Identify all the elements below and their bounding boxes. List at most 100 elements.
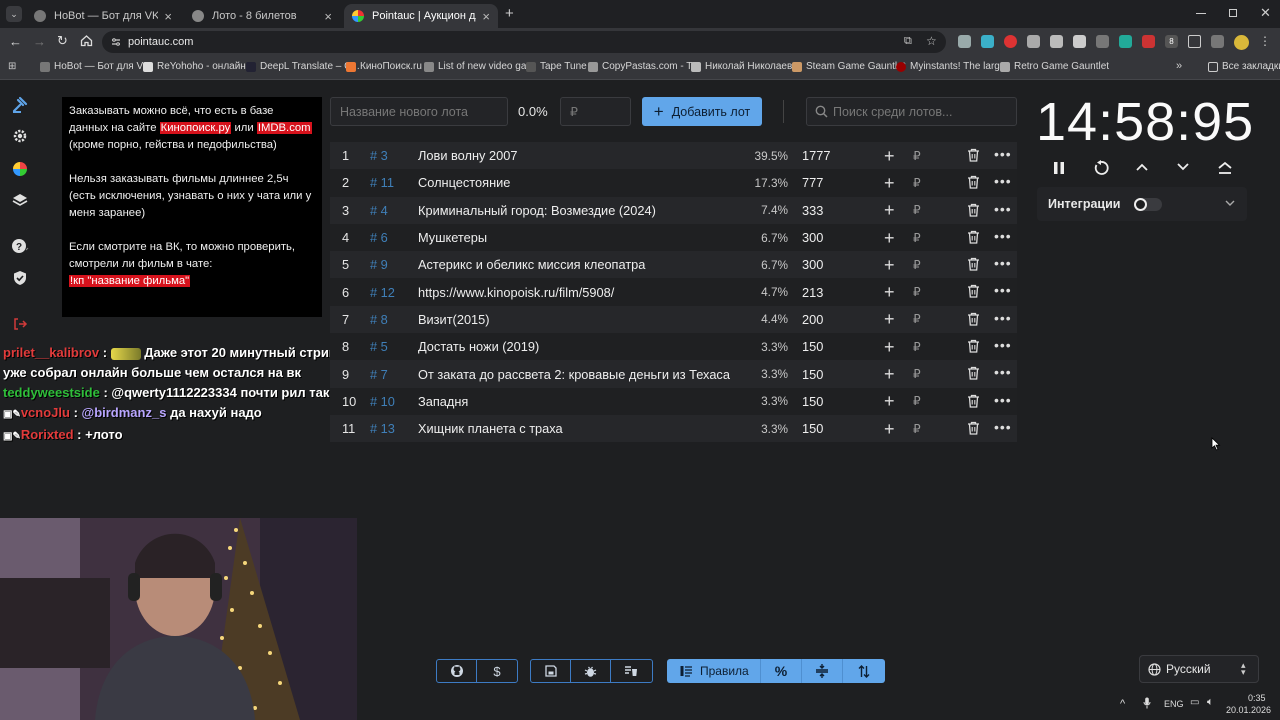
- more-bookmarks-icon[interactable]: »: [1176, 60, 1182, 72]
- lot-name[interactable]: Криминальный город: Возмездие (2024): [418, 203, 656, 218]
- chevron-up-icon[interactable]: [1136, 162, 1148, 172]
- bookmark-item[interactable]: Steam Game Gauntlet: [792, 61, 906, 72]
- bookmark-item[interactable]: HoBot — Бот для V...: [40, 61, 151, 72]
- lot-amount[interactable]: 200: [802, 312, 823, 327]
- clear-lots-icon[interactable]: [611, 660, 651, 682]
- kinopoisk-link[interactable]: Кинопоиск.ру: [159, 122, 232, 134]
- lot-name[interactable]: Лови волну 2007: [418, 148, 517, 163]
- compact-view-icon[interactable]: [802, 659, 843, 683]
- lot-amount[interactable]: 333: [802, 203, 823, 218]
- close-window-icon[interactable]: ✕: [1260, 5, 1271, 21]
- new-lot-amount-input[interactable]: ₽: [560, 97, 631, 126]
- reset-timer-icon[interactable]: [1093, 160, 1109, 176]
- tab-hobot[interactable]: HoBot — Бот для VK Video Live ×: [26, 4, 180, 28]
- rub-amount-button[interactable]: ₽: [913, 312, 921, 326]
- add-to-lot-button[interactable]: +: [884, 420, 895, 438]
- lot-name[interactable]: Астерикс и обеликс миссия клеопатра: [418, 257, 645, 272]
- rub-amount-button[interactable]: ₽: [913, 149, 921, 163]
- more-options-icon[interactable]: •••: [994, 364, 1012, 380]
- lot-row[interactable]: 2 # 11 Солнцестояние 17.3% 777 + ₽ •••: [330, 169, 1017, 197]
- add-to-lot-button[interactable]: +: [884, 283, 895, 301]
- trash-icon[interactable]: [967, 203, 980, 217]
- new-lot-name-input[interactable]: Название нового лота: [330, 97, 508, 126]
- lot-name[interactable]: Солнцестояние: [418, 175, 510, 190]
- lot-row[interactable]: 7 # 8 Визит(2015) 4.4% 200 + ₽ •••: [330, 305, 1017, 334]
- translate-icon[interactable]: ⧉: [904, 35, 912, 48]
- lot-id-link[interactable]: # 11: [370, 175, 394, 190]
- lot-name[interactable]: Мушкетеры: [418, 230, 487, 245]
- layers-icon[interactable]: [10, 190, 30, 210]
- clock-time[interactable]: 0:35: [1248, 693, 1266, 703]
- microphone-icon[interactable]: [1143, 697, 1151, 709]
- rub-amount-button[interactable]: ₽: [913, 258, 921, 272]
- forward-icon[interactable]: →: [33, 34, 46, 49]
- auction-hammer-icon[interactable]: [10, 95, 30, 115]
- save-icon[interactable]: [531, 660, 571, 682]
- trash-icon[interactable]: [967, 148, 980, 162]
- lot-row[interactable]: 11 # 13 Хищник планета с траха 3.3% 150 + ₽ •••: [330, 414, 1017, 443]
- bookmark-item[interactable]: КиноПоиск.ru: [346, 61, 422, 72]
- rub-amount-button[interactable]: ₽: [913, 203, 921, 217]
- lot-name[interactable]: Хищник планета с траха: [418, 421, 563, 436]
- add-to-lot-button[interactable]: +: [884, 392, 895, 410]
- logout-icon[interactable]: [10, 314, 30, 334]
- lot-row[interactable]: 8 # 5 Достать ножи (2019) 3.3% 150 + ₽ •••: [330, 333, 1017, 361]
- add-lot-button[interactable]: + Добавить лот: [642, 97, 762, 126]
- lot-row[interactable]: 5 # 9 Астерикс и обеликс миссия клеопатра 6…: [330, 251, 1017, 279]
- tray-expand-icon[interactable]: ^: [1120, 698, 1125, 710]
- lot-row[interactable]: 10 # 10 Западня 3.3% 150 + ₽ •••: [330, 387, 1017, 415]
- back-icon[interactable]: ←: [9, 34, 22, 49]
- lot-row[interactable]: 9 # 7 От заката до рассвета 2: кровавые де…: [330, 360, 1017, 388]
- extension-icon[interactable]: [1027, 35, 1040, 48]
- trash-icon[interactable]: [967, 284, 980, 299]
- rub-amount-button[interactable]: ₽: [913, 422, 921, 436]
- bookmark-item[interactable]: DeepL Translate – С...: [246, 61, 360, 72]
- apps-grid-icon[interactable]: ⊞: [8, 61, 16, 72]
- add-to-lot-button[interactable]: +: [884, 201, 895, 219]
- bookmark-item[interactable]: Retro Game Gauntlet: [1000, 61, 1109, 72]
- more-options-icon[interactable]: •••: [994, 173, 1012, 189]
- volume-icon[interactable]: 🔈︎: [1207, 696, 1214, 709]
- lot-row[interactable]: 1 # 3 Лови волну 2007 39.5% 1777 + ₽ •••: [330, 142, 1017, 170]
- lot-id-link[interactable]: # 12: [370, 285, 395, 300]
- rub-amount-button[interactable]: ₽: [913, 340, 921, 354]
- more-options-icon[interactable]: •••: [994, 282, 1012, 298]
- trash-icon[interactable]: [967, 394, 980, 408]
- extensions-puzzle-icon[interactable]: [1188, 35, 1201, 48]
- extension-icon[interactable]: [958, 35, 971, 48]
- lot-id-link[interactable]: # 3: [370, 148, 388, 163]
- lot-amount[interactable]: 777: [802, 175, 823, 190]
- tab-pointauc[interactable]: Pointauc | Аукцион для стрима ×: [344, 4, 498, 28]
- integrations-panel[interactable]: Интеграции: [1037, 187, 1247, 221]
- minimize-icon[interactable]: [1196, 13, 1206, 14]
- reload-icon[interactable]: ↻: [57, 33, 68, 49]
- network-icon[interactable]: ▭: [1190, 697, 1199, 708]
- clock-date[interactable]: 20.01.2026: [1226, 705, 1271, 715]
- tab-search-button[interactable]: ⌄: [6, 6, 22, 22]
- extension-icon[interactable]: [1073, 35, 1086, 48]
- lot-amount[interactable]: 150: [802, 339, 823, 354]
- close-tab-icon[interactable]: ×: [482, 9, 490, 24]
- add-to-lot-button[interactable]: +: [884, 310, 895, 328]
- rub-amount-button[interactable]: ₽: [913, 285, 921, 299]
- lot-id-link[interactable]: # 8: [370, 312, 388, 327]
- lot-amount[interactable]: 300: [802, 230, 823, 245]
- bookmark-item[interactable]: Tape Tune: [526, 61, 587, 72]
- rub-amount-button[interactable]: ₽: [913, 176, 921, 190]
- lot-amount[interactable]: 150: [802, 421, 823, 436]
- extension-icon[interactable]: [1050, 35, 1063, 48]
- trash-icon[interactable]: [967, 257, 980, 271]
- lot-amount[interactable]: 150: [802, 394, 823, 409]
- trash-icon[interactable]: [967, 421, 980, 435]
- timer-max-icon[interactable]: [1218, 161, 1232, 175]
- lot-id-link[interactable]: # 5: [370, 339, 388, 354]
- menu-kebab-icon[interactable]: ⋮: [1259, 35, 1271, 48]
- rub-amount-button[interactable]: ₽: [913, 367, 921, 381]
- lot-search-input[interactable]: Поиск среди лотов...: [806, 97, 1017, 126]
- close-tab-icon[interactable]: ×: [324, 9, 332, 24]
- help-icon[interactable]: ?: [10, 236, 30, 256]
- extension-icon[interactable]: [981, 35, 994, 48]
- add-to-lot-button[interactable]: +: [884, 338, 895, 356]
- more-options-icon[interactable]: •••: [994, 419, 1012, 435]
- more-options-icon[interactable]: •••: [994, 201, 1012, 217]
